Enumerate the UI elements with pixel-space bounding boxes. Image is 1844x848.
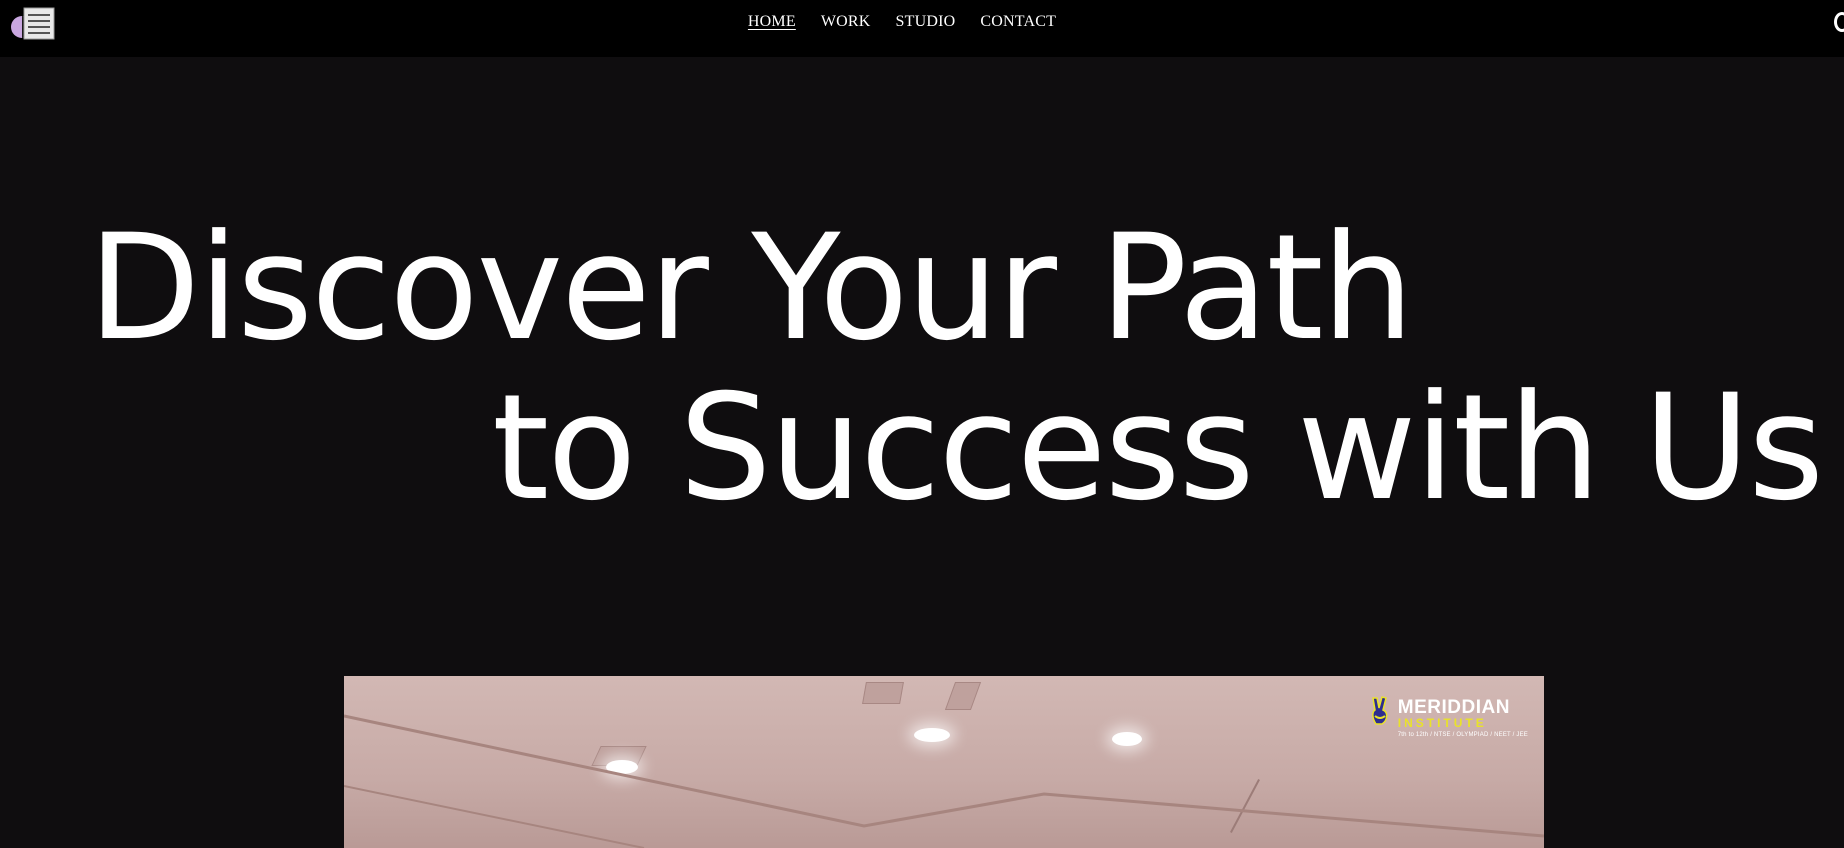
brand-tagline: 7th to 12th / NTSE / OLYMPIAD / NEET / J…: [1397, 732, 1528, 739]
hero-headline-line2: to Success with Us: [492, 363, 1824, 533]
brand-subtitle: INSTITUTE: [1397, 716, 1487, 730]
ceiling-lines: [344, 714, 1544, 848]
top-navigation-bar: HOME WORK STUDIO CONTACT: [0, 0, 1844, 57]
cursor-circle-icon: [1834, 12, 1844, 32]
peace-hand-icon: [1371, 696, 1388, 725]
main-nav: HOME WORK STUDIO CONTACT: [0, 13, 1844, 31]
institute-logo: MERIDDIAN INSTITUTE 7th to 12th / NTSE /…: [1371, 696, 1528, 739]
nav-link-studio[interactable]: STUDIO: [896, 13, 956, 31]
nav-link-contact[interactable]: CONTACT: [980, 13, 1056, 31]
nav-link-home[interactable]: HOME: [748, 13, 796, 31]
hero-headline-line1: Discover Your Path: [88, 203, 1414, 373]
brand-name: MERIDDIAN: [1397, 697, 1510, 718]
hero-video[interactable]: MERIDDIAN INSTITUTE 7th to 12th / NTSE /…: [344, 676, 1544, 848]
nav-link-work[interactable]: WORK: [821, 13, 871, 31]
